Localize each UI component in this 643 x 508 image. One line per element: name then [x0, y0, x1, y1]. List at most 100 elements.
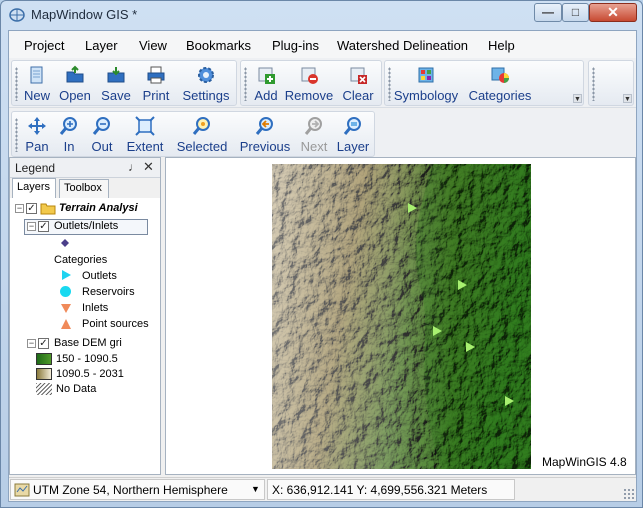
printer-icon — [147, 66, 165, 84]
status-bar: UTM Zone 54, Northern Hemisphere ▼ X: 63… — [9, 477, 636, 501]
nodata-label: No Data — [56, 383, 97, 395]
minimize-button[interactable]: — — [534, 3, 562, 22]
resize-grip-icon[interactable] — [623, 488, 634, 499]
outlet-markers — [408, 203, 514, 406]
diamond-icon — [61, 239, 69, 247]
legend-header: Legend ♩ ✕ — [10, 158, 160, 178]
outlet-triangle-icon — [62, 270, 71, 280]
menu-plugins[interactable]: Plug-ins — [272, 38, 319, 53]
remove-layer-button[interactable]: Remove — [283, 65, 335, 105]
projection-text: UTM Zone 54, Northern Hemisphere — [33, 483, 228, 497]
legend-title: Legend — [15, 161, 56, 175]
extent-icon — [135, 116, 155, 136]
pin-icon[interactable]: ♩ — [128, 160, 140, 174]
symbology-button[interactable]: Symbology — [391, 65, 461, 105]
add-layer-button[interactable]: Add — [251, 65, 281, 105]
maximize-icon: □ — [571, 5, 580, 19]
file-toolbar: New Open Save Print Settings — [11, 60, 237, 106]
pan-button[interactable]: Pan — [22, 116, 52, 156]
menu-view[interactable]: View — [139, 38, 167, 53]
menu-watershed-delineation[interactable]: Watershed Delineation — [337, 38, 468, 53]
close-icon[interactable]: ✕ — [143, 159, 154, 175]
toolbar-grip[interactable] — [592, 67, 595, 101]
chevron-down-icon[interactable]: ▼ — [251, 484, 260, 494]
zoom-next-icon — [304, 117, 322, 135]
layer-checkbox[interactable]: ✓ — [38, 221, 49, 232]
zoom-extent-button[interactable]: Extent — [122, 116, 168, 156]
settings-button[interactable]: Settings — [178, 65, 234, 105]
maximize-button[interactable]: □ — [562, 3, 589, 22]
zoom-next-button[interactable]: Next — [298, 116, 330, 156]
menu-help[interactable]: Help — [488, 38, 515, 53]
outlet-marker — [458, 280, 467, 290]
close-button[interactable]: ✕ — [589, 3, 637, 22]
toolbar-row-2: Pan In Out Extent Selected Previous Next… — [9, 109, 636, 157]
projection-map-icon — [14, 483, 30, 497]
zoom-in-button[interactable]: In — [56, 116, 82, 156]
save-button[interactable]: Save — [98, 65, 134, 105]
close-icon: ✕ — [607, 4, 619, 20]
toolbar-overflow-chevron-icon[interactable]: ▼ — [573, 94, 582, 103]
title-bar[interactable]: MapWindow GIS * — □ ✕ — [1, 1, 642, 29]
category-inlets: Inlets — [82, 302, 109, 314]
inlet-triangle-icon — [61, 304, 71, 313]
group-name[interactable]: Terrain Analysi — [59, 202, 138, 214]
zoom-layer-button[interactable]: Layer — [334, 116, 372, 156]
nodata-swatch — [36, 383, 52, 395]
layer-checkbox[interactable]: ✓ — [38, 338, 49, 349]
tab-layers[interactable]: Layers — [12, 178, 56, 198]
categories-icon — [491, 67, 509, 83]
zoom-out-icon — [92, 117, 110, 135]
categories-button[interactable]: Categories — [465, 65, 535, 105]
outlet-marker — [466, 342, 475, 352]
map-view[interactable]: MapWinGIS 4.8 — [165, 157, 636, 475]
legend-panel: Legend ♩ ✕ Layers Toolbox − ✓ Terrain An… — [9, 157, 161, 475]
layer-expander[interactable]: − — [27, 339, 36, 348]
legend-tabs: Layers Toolbox — [10, 178, 160, 198]
extra-toolbar: ▼ — [588, 60, 634, 106]
point-source-triangle-icon — [61, 319, 71, 329]
layer-expander[interactable]: − — [27, 222, 36, 231]
menu-project[interactable]: Project — [24, 38, 64, 53]
class-swatch — [36, 368, 52, 380]
main-window: MapWindow GIS * — □ ✕ Project Layer View… — [0, 0, 643, 508]
new-button[interactable]: New — [22, 65, 52, 105]
add-layer-icon — [258, 67, 275, 84]
menu-bookmarks[interactable]: Bookmarks — [186, 38, 251, 53]
toolbar-overflow-chevron-icon[interactable]: ▼ — [623, 94, 632, 103]
zoom-previous-icon — [255, 117, 273, 135]
tab-toolbox[interactable]: Toolbox — [59, 179, 109, 198]
layer-toolbar: Add Remove Clear — [240, 60, 382, 106]
layer-name[interactable]: Outlets/Inlets — [54, 220, 118, 232]
projection-selector[interactable]: UTM Zone 54, Northern Hemisphere ▼ — [10, 479, 265, 500]
category-reservoirs: Reservoirs — [82, 286, 135, 298]
zoom-layer-icon — [343, 117, 361, 135]
save-disk-icon — [107, 67, 125, 83]
class-swatch — [36, 353, 52, 365]
zoom-selected-button[interactable]: Selected — [172, 116, 232, 156]
print-button[interactable]: Print — [138, 65, 174, 105]
layer-name[interactable]: Base DEM gri — [54, 337, 122, 349]
group-checkbox[interactable]: ✓ — [26, 203, 37, 214]
outlet-marker — [408, 203, 417, 213]
class-label: 1090.5 - 2031 — [56, 368, 124, 380]
menu-layer[interactable]: Layer — [85, 38, 118, 53]
map-watermark: MapWinGIS 4.8 — [542, 455, 627, 469]
category-outlets: Outlets — [82, 270, 117, 282]
group-expander[interactable]: − — [15, 204, 24, 213]
toolbar-grip[interactable] — [15, 67, 18, 101]
open-button[interactable]: Open — [56, 65, 94, 105]
toolbar-grip[interactable] — [15, 118, 18, 152]
zoom-out-button[interactable]: Out — [86, 116, 118, 156]
zoom-previous-button[interactable]: Previous — [236, 116, 294, 156]
coordinates-panel: X: 636,912.141 Y: 4,699,556.321 Meters — [267, 479, 515, 500]
toolbar-grip[interactable] — [244, 67, 247, 101]
client-area: Project Layer View Bookmarks Plug-ins Wa… — [8, 30, 637, 502]
symbology-icon — [418, 67, 434, 83]
folder-icon — [40, 203, 56, 215]
menu-bar: Project Layer View Bookmarks Plug-ins Wa… — [9, 31, 636, 58]
gear-icon — [198, 67, 214, 83]
zoom-in-icon — [59, 117, 77, 135]
category-point-sources: Point sources — [82, 318, 149, 330]
clear-layers-button[interactable]: Clear — [339, 65, 377, 105]
